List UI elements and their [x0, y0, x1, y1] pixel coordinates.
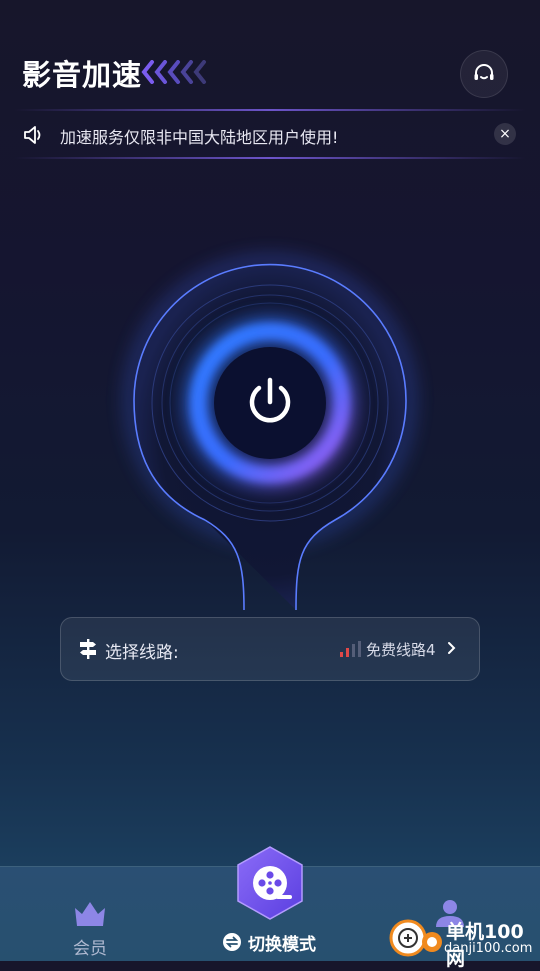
switch-icon: [223, 933, 241, 951]
app-title: 影音加速: [22, 58, 143, 92]
chevron-decoration-icon: [140, 60, 206, 84]
watermark: 单机100网 danji100.com: [388, 912, 540, 970]
header: 影音加速: [0, 0, 540, 110]
tab-member-label: 会员: [73, 939, 107, 959]
route-value: 免费线路4: [366, 641, 436, 659]
notice-close-button[interactable]: ×: [494, 123, 516, 145]
header-divider: [14, 109, 526, 111]
route-label: 选择线路:: [105, 643, 179, 663]
switch-mode-button[interactable]: [232, 845, 308, 921]
power-button[interactable]: [240, 372, 300, 432]
chevron-right-icon: [448, 642, 456, 654]
route-selector[interactable]: 选择线路: 免费线路4: [60, 617, 480, 681]
speaker-icon: [24, 126, 41, 144]
signal-icon: [340, 641, 361, 657]
support-button[interactable]: [460, 50, 508, 98]
watermark-url: danji100.com: [444, 941, 533, 956]
headset-icon: [474, 64, 494, 80]
power-icon: [249, 377, 291, 423]
notice-divider: [14, 157, 526, 159]
switch-mode-label: 切换模式: [248, 934, 316, 955]
film-reel-icon: [237, 846, 303, 920]
watermark-logo-icon: [389, 919, 442, 957]
switch-mode-tab[interactable]: 切换模式: [222, 930, 316, 955]
signpost-icon: [80, 639, 96, 659]
notice-bar: 加速服务仅限非中国大陆地区用户使用! ×: [0, 112, 540, 158]
notice-text: 加速服务仅限非中国大陆地区用户使用!: [60, 128, 339, 147]
crown-icon: [75, 902, 105, 926]
tab-member[interactable]: 会员: [60, 900, 120, 960]
